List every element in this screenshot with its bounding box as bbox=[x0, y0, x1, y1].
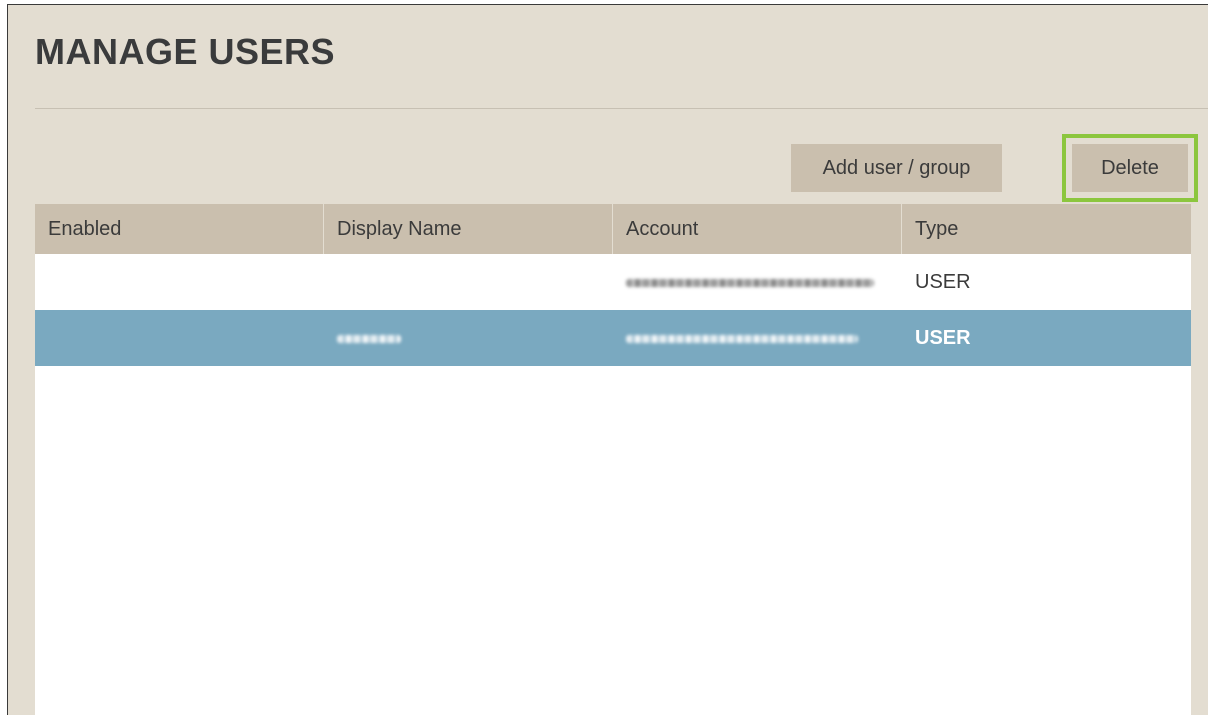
add-user-group-button[interactable]: Add user / group bbox=[791, 144, 1002, 192]
cell-display-name bbox=[324, 310, 613, 366]
redacted-account bbox=[626, 278, 874, 287]
table-row-selected[interactable]: USER bbox=[35, 310, 1191, 366]
table-header: Enabled Display Name Account Type bbox=[35, 204, 1191, 254]
redacted-account bbox=[626, 334, 858, 343]
column-header-enabled[interactable]: Enabled bbox=[35, 204, 324, 254]
cell-account bbox=[613, 310, 902, 366]
column-header-display-name[interactable]: Display Name bbox=[324, 204, 613, 254]
cell-display-name bbox=[324, 254, 613, 310]
cell-type: USER bbox=[915, 327, 971, 349]
column-header-type[interactable]: Type bbox=[902, 204, 1191, 254]
users-table: Enabled Display Name Account Type USER U… bbox=[35, 204, 1191, 720]
cell-account bbox=[613, 254, 902, 310]
table-row[interactable]: USER bbox=[35, 254, 1191, 310]
cell-enabled bbox=[35, 254, 324, 310]
column-header-account[interactable]: Account bbox=[613, 204, 902, 254]
cell-type: USER bbox=[915, 271, 971, 293]
cell-enabled bbox=[35, 310, 324, 366]
title-divider bbox=[35, 108, 1208, 109]
redacted-display-name bbox=[337, 334, 401, 343]
delete-button-highlight: Delete bbox=[1062, 134, 1198, 202]
page-title: MANAGE USERS bbox=[35, 31, 336, 72]
delete-button[interactable]: Delete bbox=[1072, 144, 1188, 192]
manage-users-panel: MANAGE USERS Add user / group Delete Ena… bbox=[7, 4, 1208, 720]
